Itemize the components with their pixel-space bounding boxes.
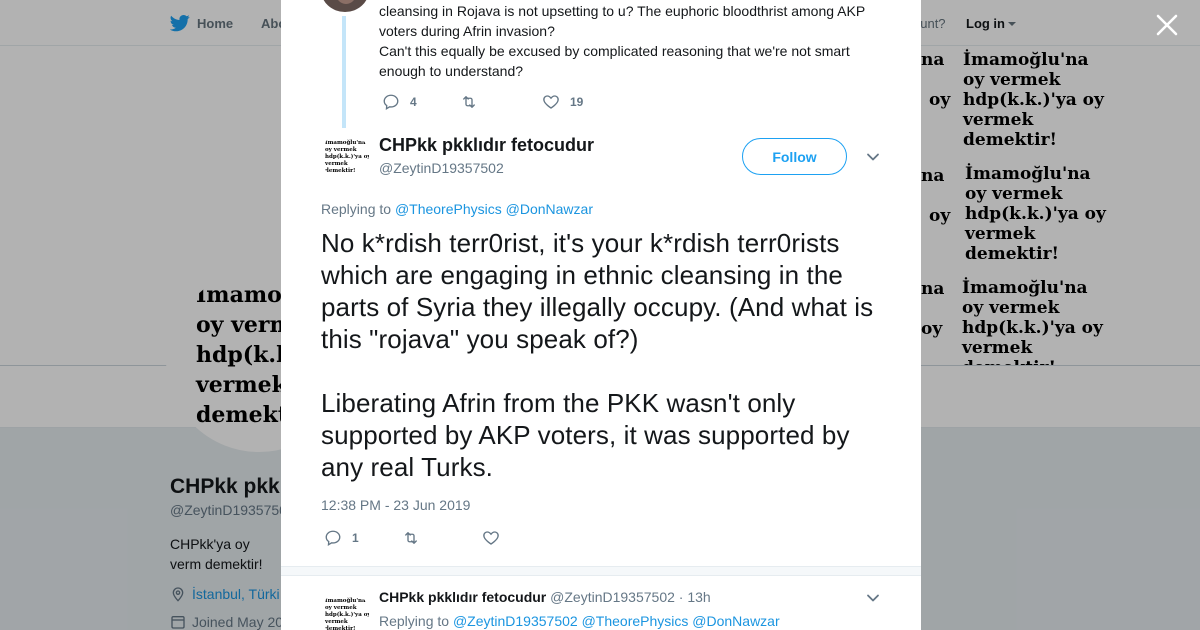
chevron-down-icon xyxy=(867,594,879,602)
thread-line xyxy=(342,16,346,128)
tweet-timestamp[interactable]: 12:38 PM - 23 Jun 2019 xyxy=(321,497,470,513)
reply-icon xyxy=(325,530,341,547)
parent-tweet-actions: 4 19 xyxy=(382,93,583,111)
retweet-icon xyxy=(463,96,475,108)
replies-divider xyxy=(281,566,921,576)
tweet-author-name[interactable]: CHPkk pkklıdır fetocudur xyxy=(379,135,594,156)
heart-icon xyxy=(543,95,559,109)
close-icon xyxy=(1156,14,1178,36)
reply-separator: · xyxy=(678,589,684,605)
retweet-button[interactable] xyxy=(402,529,482,547)
close-button[interactable] xyxy=(1154,12,1180,38)
reply-author-handle[interactable]: @ZeytinD19357502 xyxy=(550,589,675,605)
chevron-down-icon xyxy=(867,153,879,161)
mention-link[interactable]: @DonNawzar xyxy=(506,201,593,217)
reply-tweet-header: CHPkk pkklıdır fetocudur @ZeytinD1935750… xyxy=(379,589,711,605)
parent-tweet-line: cleansing in Rojava is not upsetting to … xyxy=(379,3,865,39)
reply-replying-to: Replying to @ZeytinD19357502 @TheorePhys… xyxy=(379,613,780,629)
reply-button[interactable]: 4 xyxy=(382,93,460,111)
parent-tweet-line: Can't this equally be excused by complic… xyxy=(379,43,850,79)
reply-author-name[interactable]: CHPkk pkklıdır fetocudur xyxy=(379,589,546,605)
retweet-button[interactable] xyxy=(460,93,542,111)
replying-prefix: Replying to xyxy=(379,613,450,629)
tweet-author-handle[interactable]: @ZeytinD19357502 xyxy=(379,160,504,176)
reply-icon xyxy=(383,94,399,111)
tweet-paragraph: Liberating Afrin from the PKK wasn't onl… xyxy=(321,388,850,482)
tweet-menu-button[interactable] xyxy=(866,150,880,164)
tweet-actions: 1 xyxy=(324,529,510,547)
tweet-paragraph: No k*rdish terr0rist, it's your k*rdish … xyxy=(321,228,874,354)
tweet-author-avatar[interactable]: İmamoğlu'na oy vermek hdp(k.k.)'ya oy ve… xyxy=(321,132,369,180)
tweet-modal: cleansing in Rojava is not upsetting to … xyxy=(281,0,921,630)
reply-count: 1 xyxy=(352,531,359,545)
like-button[interactable] xyxy=(482,529,510,547)
mention-link[interactable]: @ZeytinD19357502 xyxy=(453,613,578,629)
mention-link[interactable]: @TheorePhysics xyxy=(582,613,689,629)
like-count: 19 xyxy=(570,95,584,109)
retweet-icon xyxy=(405,532,417,544)
replying-prefix: Replying to xyxy=(321,201,392,217)
like-button[interactable]: 19 xyxy=(542,93,583,111)
reply-button[interactable]: 1 xyxy=(324,529,402,547)
replying-to: Replying to @TheorePhysics @DonNawzar xyxy=(321,201,593,217)
parent-tweet-avatar[interactable] xyxy=(321,0,369,12)
reply-count: 4 xyxy=(410,95,417,109)
avatar-text: İmamoğlu'na oy vermek hdp(k.k.)'ya oy ve… xyxy=(325,140,369,174)
parent-tweet-text: cleansing in Rojava is not upsetting to … xyxy=(379,1,879,81)
avatar-text: İmamoğlu'na oy vermek hdp(k.k.)'ya oy ve… xyxy=(325,598,369,630)
tweet-text: No k*rdish terr0rist, it's your k*rdish … xyxy=(321,227,891,483)
mention-link[interactable]: @DonNawzar xyxy=(692,613,779,629)
heart-icon xyxy=(483,531,499,545)
follow-button[interactable]: Follow xyxy=(742,138,847,175)
reply-author-avatar[interactable]: İmamoğlu'na oy vermek hdp(k.k.)'ya oy ve… xyxy=(321,590,369,630)
reply-menu-button[interactable] xyxy=(866,591,880,605)
reply-time[interactable]: 13h xyxy=(687,589,710,605)
mention-link[interactable]: @TheorePhysics xyxy=(395,201,502,217)
